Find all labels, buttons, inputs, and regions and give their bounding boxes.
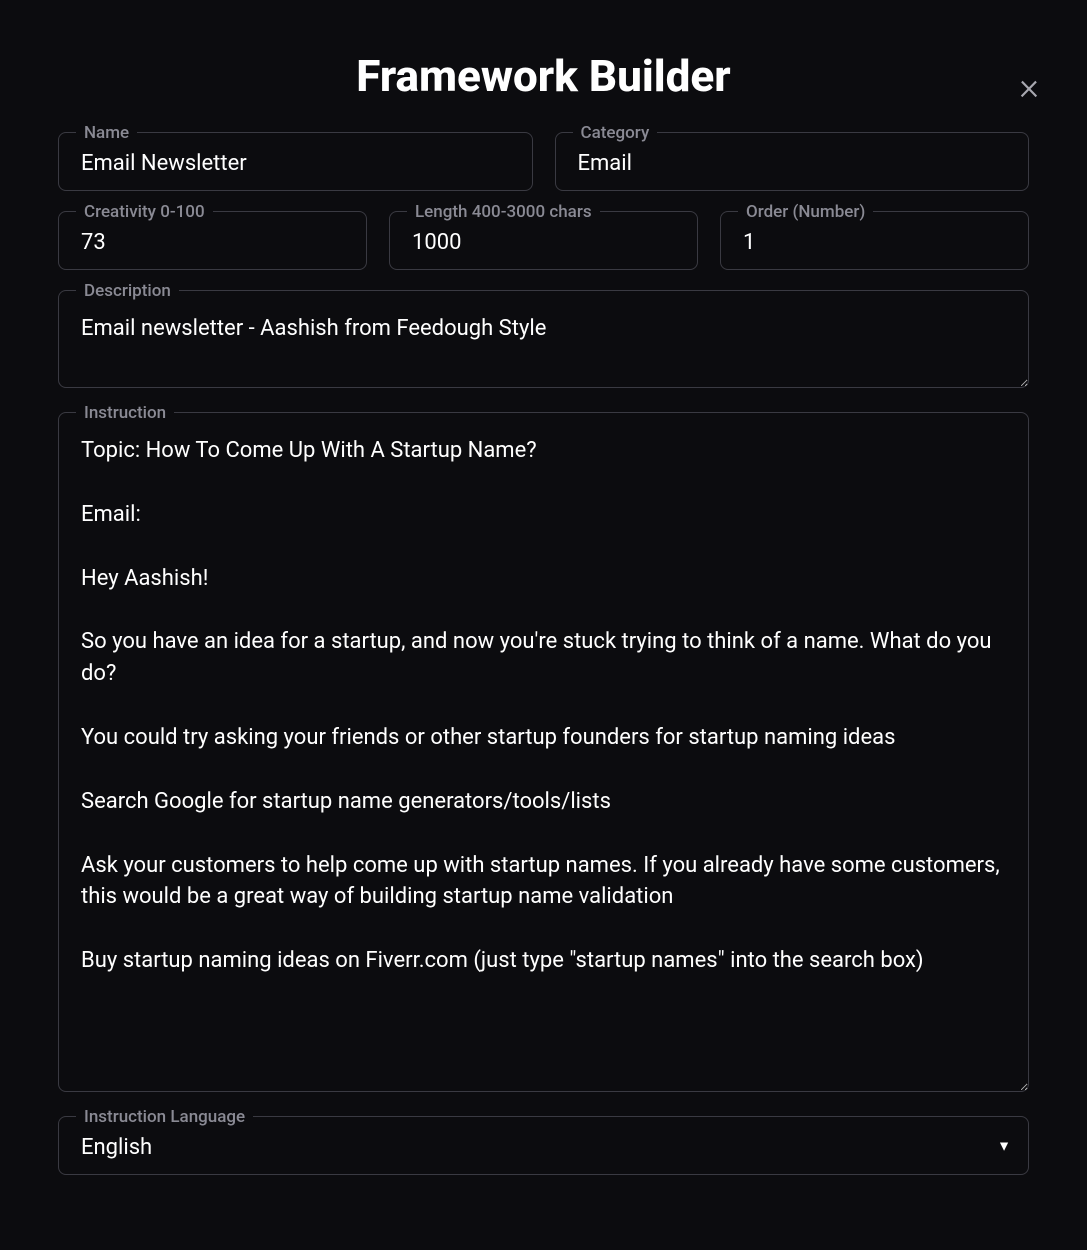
description-textarea[interactable] xyxy=(58,290,1029,388)
instruction-field-wrapper: Instruction xyxy=(58,412,1029,1096)
length-label: Length 400-3000 chars xyxy=(407,202,600,222)
instruction-language-label: Instruction Language xyxy=(76,1107,253,1127)
instruction-language-field-wrapper: Instruction Language English ▼ xyxy=(58,1116,1029,1175)
creativity-field-wrapper: Creativity 0-100 xyxy=(58,211,367,270)
instruction-label: Instruction xyxy=(76,403,174,423)
page-title: Framework Builder xyxy=(0,50,1087,102)
description-field-wrapper: Description xyxy=(58,290,1029,392)
category-label: Category xyxy=(573,123,658,143)
form-container: Name Category Creativity 0-100 Length 40… xyxy=(0,132,1087,1175)
length-field-wrapper: Length 400-3000 chars xyxy=(389,211,698,270)
order-label: Order (Number) xyxy=(738,202,873,222)
description-label: Description xyxy=(76,281,179,301)
creativity-label: Creativity 0-100 xyxy=(76,202,213,222)
name-label: Name xyxy=(76,123,137,143)
instruction-textarea[interactable] xyxy=(58,412,1029,1092)
order-field-wrapper: Order (Number) xyxy=(720,211,1029,270)
category-field-wrapper: Category xyxy=(555,132,1030,191)
name-field-wrapper: Name xyxy=(58,132,533,191)
close-icon[interactable]: × xyxy=(1019,68,1039,106)
